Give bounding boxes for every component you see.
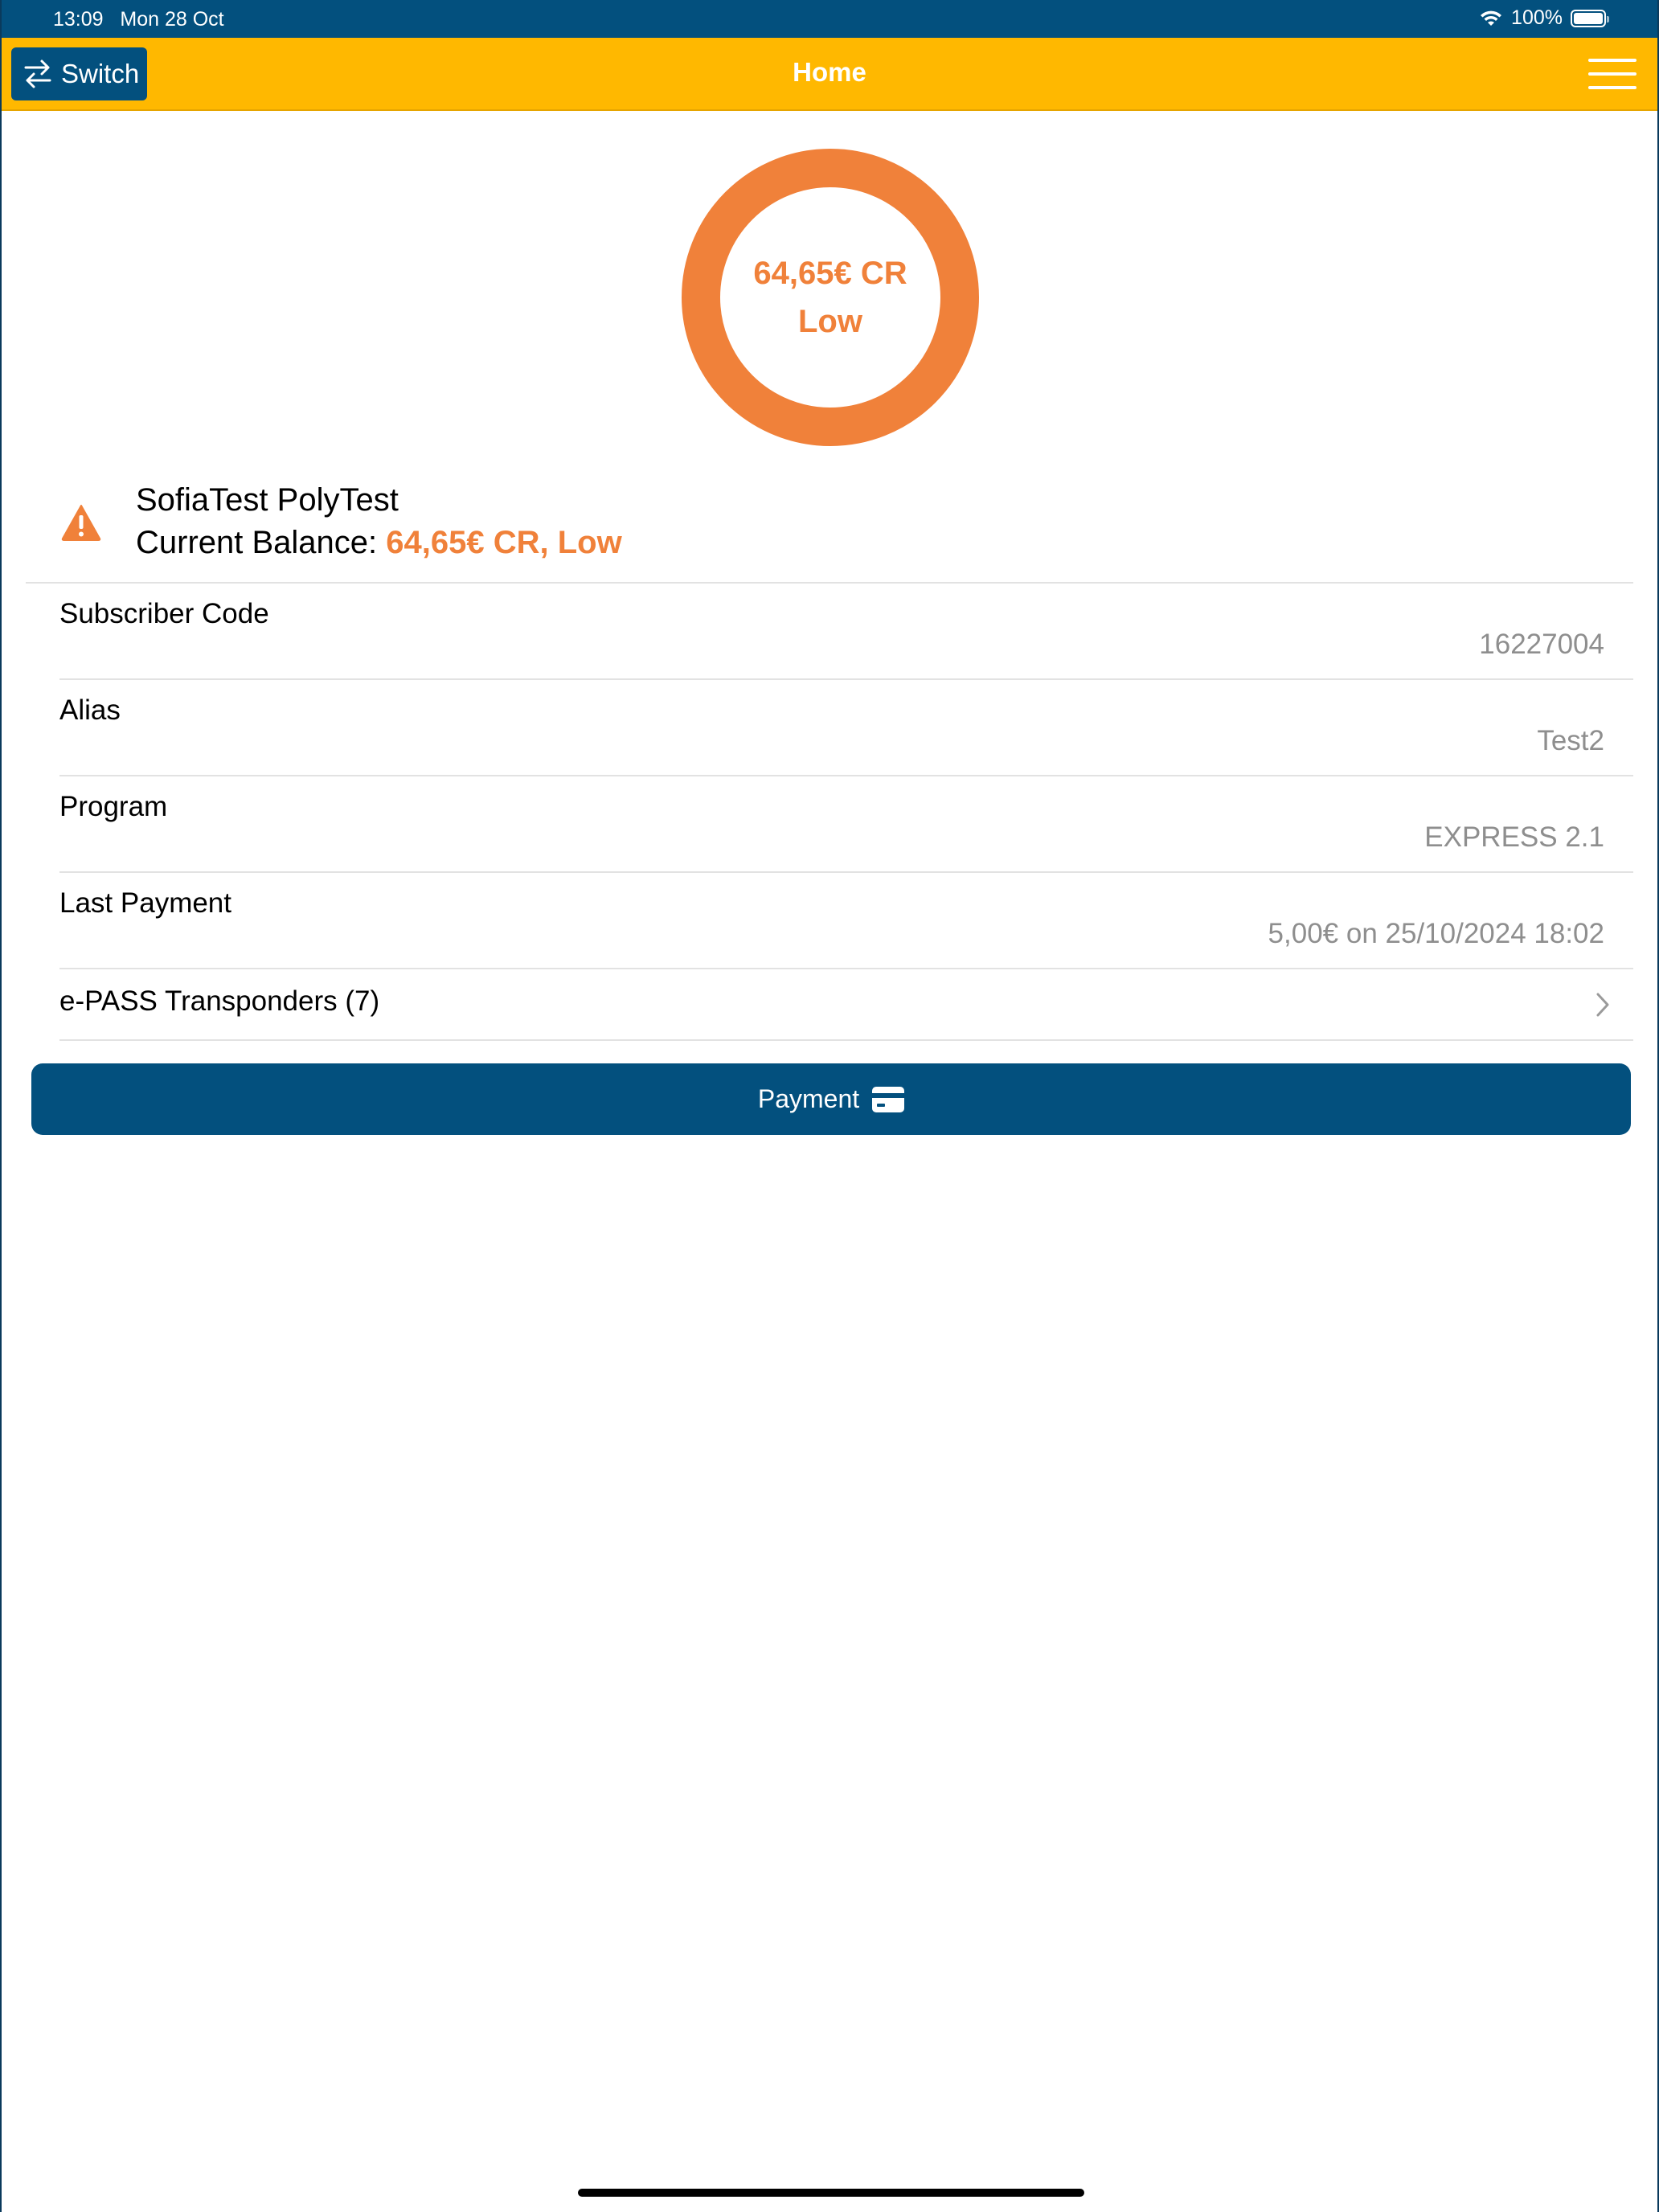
- balance-ring-level: Low: [798, 304, 862, 339]
- battery-percent: 100%: [1511, 6, 1563, 29]
- credit-card-icon: [872, 1086, 905, 1112]
- info-row-subscriber-code: Subscriber Code 16227004: [59, 584, 1633, 680]
- status-clock: 13:09: [53, 8, 104, 31]
- hamburger-menu-icon[interactable]: [1588, 57, 1636, 91]
- info-row-alias: Alias Test2: [59, 680, 1633, 776]
- current-balance-label: Current Balance:: [136, 525, 387, 560]
- battery-icon: [1571, 9, 1609, 27]
- status-time: 13:09 Mon 28 Oct: [53, 8, 224, 31]
- home-indicator[interactable]: [578, 2189, 1084, 2197]
- info-value: Test2: [1537, 725, 1604, 756]
- account-name: SofiaTest PolyTest: [136, 482, 399, 518]
- payment-label: Payment: [757, 1084, 860, 1113]
- chevron-right-icon: [1596, 993, 1609, 1017]
- current-balance-value: 64,65€ CR, Low: [386, 525, 622, 560]
- info-label: Last Payment: [59, 887, 231, 919]
- nav-bar: Switch Home: [2, 38, 1657, 111]
- info-label: Alias: [59, 694, 121, 726]
- current-balance: Current Balance: 64,65€ CR, Low: [136, 525, 622, 561]
- battery-fill: [1574, 12, 1603, 24]
- payment-button[interactable]: Payment: [31, 1063, 1631, 1135]
- wifi-icon: [1481, 10, 1502, 26]
- home-screen: 13:09 Mon 28 Oct 100% Switch Home 64,65€…: [0, 0, 1659, 2212]
- info-value: 16227004: [1479, 629, 1604, 660]
- warning-triangle-icon: [61, 505, 101, 541]
- info-row-last-payment: Last Payment 5,00€ on 25/10/2024 18:02: [59, 873, 1633, 969]
- info-value: EXPRESS 2.1: [1424, 821, 1604, 853]
- status-indicators: 100%: [1479, 6, 1609, 30]
- balance-ring-amount: 64,65€ CR: [753, 256, 907, 291]
- status-date: Mon 28 Oct: [120, 8, 224, 31]
- info-value: 5,00€ on 25/10/2024 18:02: [1268, 918, 1604, 949]
- transponders-label: e-PASS Transponders (7): [59, 985, 380, 1017]
- info-row-program: Program EXPRESS 2.1: [59, 776, 1633, 873]
- info-label: Program: [59, 791, 168, 822]
- page-title: Home: [793, 57, 866, 87]
- status-bar: 13:09 Mon 28 Oct 100%: [2, 0, 1657, 38]
- transponders-row[interactable]: e-PASS Transponders (7): [59, 969, 1633, 1041]
- balance-ring-text: 64,65€ CR Low: [682, 149, 979, 446]
- info-label: Subscriber Code: [59, 598, 269, 629]
